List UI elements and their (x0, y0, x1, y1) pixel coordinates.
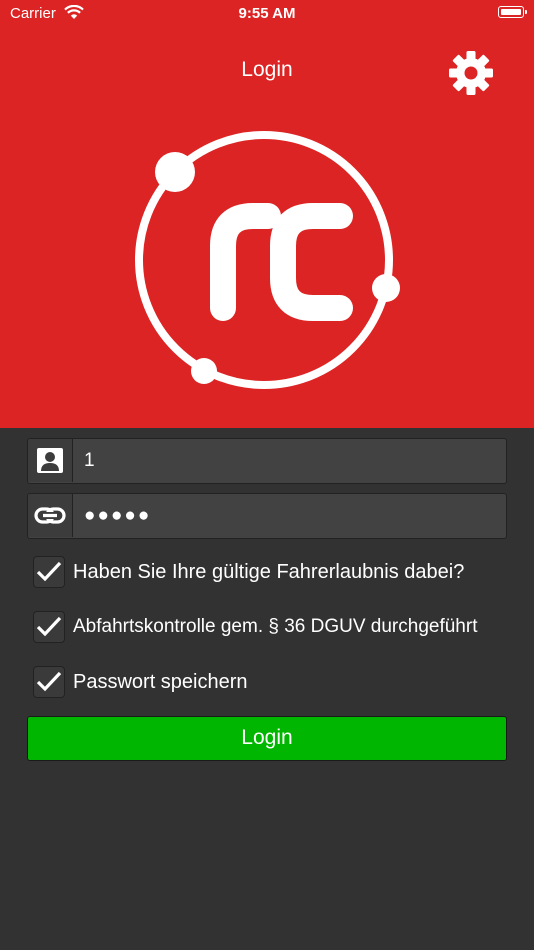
username-input[interactable] (74, 439, 504, 482)
save-password-checkbox[interactable] (33, 666, 65, 698)
battery-icon (498, 6, 527, 18)
checkmark-icon (36, 561, 62, 582)
password-field[interactable]: ●●●●● (27, 493, 507, 539)
status-bar: Carrier 9:55 AM (0, 0, 534, 28)
inspection-check-row[interactable]: Abfahrtskontrolle gem. § 36 DGUV durchge… (33, 611, 513, 645)
inspection-check-label: Abfahrtskontrolle gem. § 36 DGUV durchge… (73, 616, 478, 637)
save-password-check-label: Passwort speichern (73, 671, 248, 693)
checkmark-icon (36, 671, 62, 692)
rc-logo (128, 128, 408, 398)
user-card-icon (28, 439, 73, 482)
gear-icon (449, 51, 493, 95)
header: Carrier 9:55 AM Login (0, 0, 534, 428)
link-icon (28, 494, 73, 537)
inspection-checkbox[interactable] (33, 611, 65, 643)
license-checkbox[interactable] (33, 556, 65, 588)
password-input[interactable]: ●●●●● (74, 494, 504, 537)
license-check-label: Haben Sie Ihre gültige Fahrerlaubnis dab… (73, 561, 465, 583)
username-field[interactable] (27, 438, 507, 484)
save-password-check-row[interactable]: Passwort speichern (33, 666, 513, 700)
license-check-row[interactable]: Haben Sie Ihre gültige Fahrerlaubnis dab… (33, 556, 513, 590)
checkmark-icon (36, 616, 62, 637)
status-time: 9:55 AM (238, 5, 296, 22)
login-button[interactable]: Login (27, 716, 507, 761)
settings-button[interactable] (448, 50, 494, 96)
